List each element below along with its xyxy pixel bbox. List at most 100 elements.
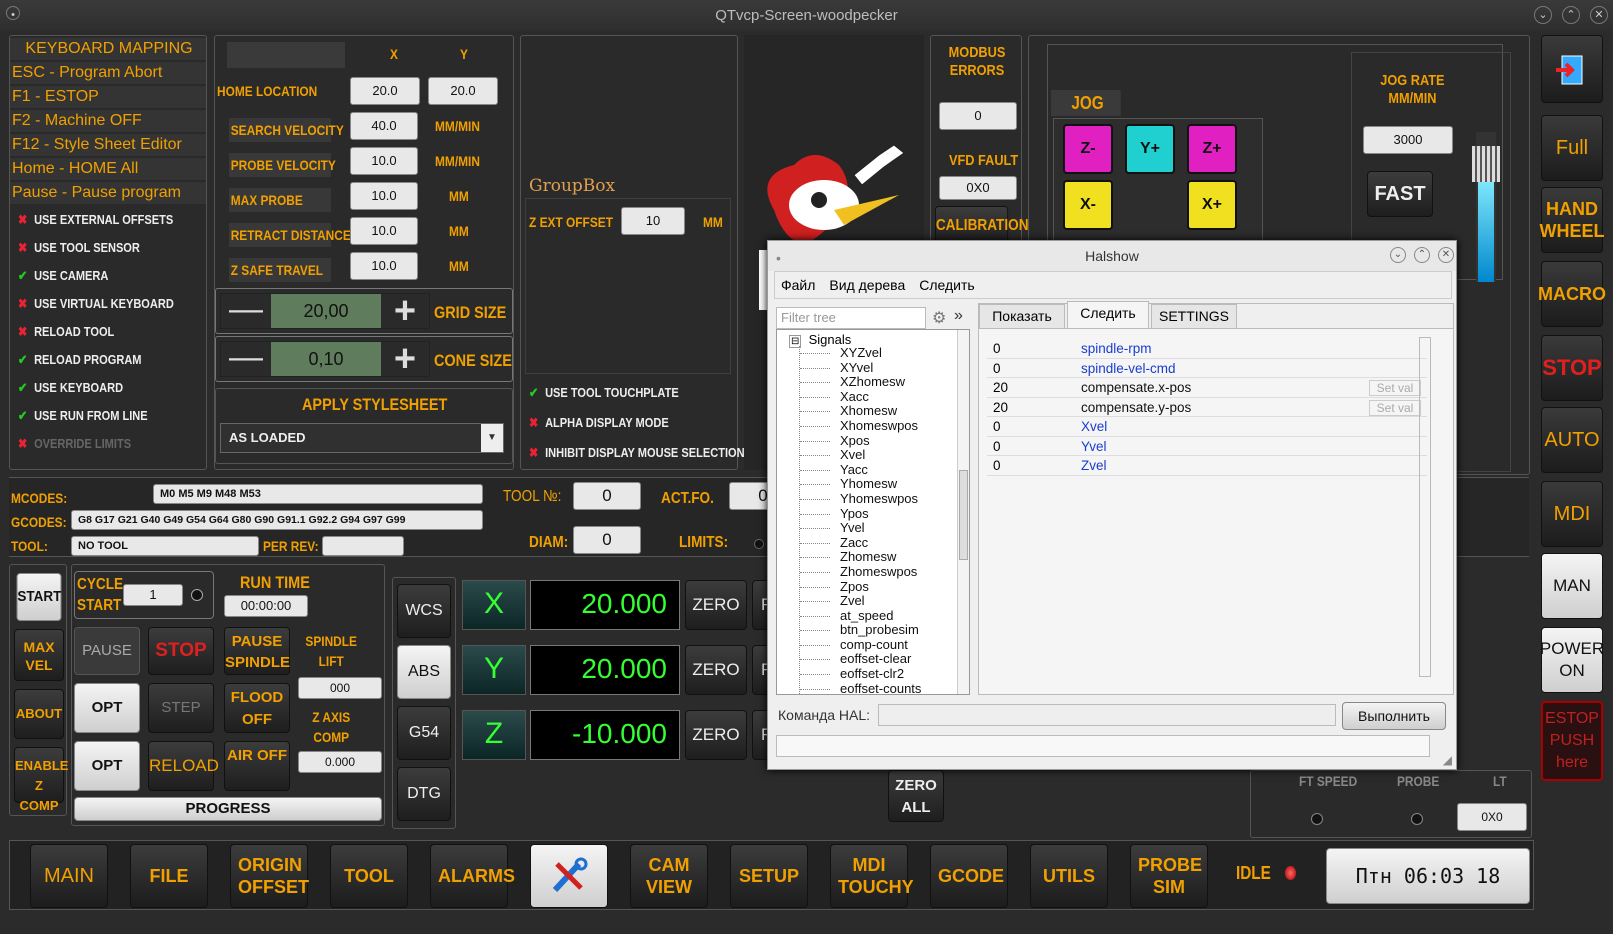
option-checkbox[interactable]: ✖ USE EXTERNAL OFFSETS [18,206,178,234]
tree-item[interactable]: comp-count [800,637,921,653]
setting-value[interactable]: 10.0 [350,182,418,210]
mode-button-estop[interactable]: ESTOP PUSH here [1541,701,1603,781]
fast-button[interactable]: FAST [1367,171,1433,217]
mode-button-macro[interactable]: MACRO [1538,261,1606,327]
stylesheet-select[interactable]: AS LOADED ▼ [220,423,504,453]
tree-item[interactable]: Zacc [800,535,921,551]
jog-yplus-button[interactable]: Y+ [1125,124,1175,174]
coord-mode-abs[interactable]: ABS [397,645,451,699]
mode-button-stop[interactable]: STOP [1541,335,1603,401]
setting-value[interactable]: 10.0 [350,217,418,245]
cone-minus-button[interactable]: — [221,340,271,376]
halshow-tab[interactable]: Показать [979,304,1065,328]
jog-zplus-button[interactable]: Z+ [1187,124,1237,174]
axis-y-button[interactable]: Y [462,645,526,695]
maximize-icon[interactable]: ⌃ [1562,6,1580,24]
stop-button[interactable]: STOP [148,627,214,675]
start-button[interactable]: START [16,573,62,621]
enable-zcomp-button[interactable]: ENABLE Z COMP [14,747,68,813]
mode-button-hand[interactable]: HAND WHEEL [1540,187,1605,253]
tree-item[interactable]: Xvel [800,447,921,463]
groupbox-checkbox[interactable]: ✖ ALPHA DISPLAY MODE [529,408,745,438]
tree-item[interactable]: Ypos [800,506,921,522]
option-checkbox[interactable]: ✔ RELOAD PROGRAM [18,346,178,374]
z-ext-offset-field[interactable]: 10 [621,207,685,235]
tree-item[interactable]: Xpos [800,433,921,449]
axis-z-button[interactable]: Z [462,710,526,760]
watch-signal-name[interactable]: spindle-vel-cmd [1081,359,1176,379]
filter-tree-input[interactable]: Filter tree [776,307,926,329]
zero-y-button[interactable]: ZERO [685,645,747,695]
jog-rate-slider[interactable] [1472,132,1500,282]
zero-z-button[interactable]: ZERO [685,710,747,760]
jog-xminus-button[interactable]: X- [1063,180,1113,230]
nav-main-button[interactable]: MAIN [30,844,108,908]
option-checkbox[interactable]: ✖ OVERRIDE LIMITS [18,430,178,458]
option-checkbox[interactable]: ✖ USE TOOL SENSOR [18,234,178,262]
tools-tab-button[interactable] [530,844,608,908]
axis-x-button[interactable]: X [462,580,526,630]
pause-button[interactable]: PAUSE [74,627,140,675]
minimize-icon[interactable]: ⌄ [1534,6,1552,24]
setting-value[interactable]: 40.0 [350,112,418,140]
option-checkbox[interactable]: ✖ USE VIRTUAL KEYBOARD [18,290,178,318]
grid-plus-button[interactable]: + [381,292,429,330]
resize-grip-icon[interactable]: ◢ [1443,753,1452,767]
opt-blk-button[interactable]: OPT BLK [74,683,140,764]
coord-mode-g54[interactable]: G54 [397,706,451,760]
reload-button[interactable]: RELOAD [148,741,219,791]
mode-button-mdi[interactable]: MDI [1541,481,1603,547]
close-icon[interactable]: ✕ [1590,6,1608,24]
mode-button-full[interactable]: Full [1541,115,1603,181]
exit-button[interactable] [1541,35,1603,103]
window-menu-dot[interactable]: • [6,6,20,21]
grid-size-spinbox[interactable]: — 20,00 + [220,292,430,330]
tree-item[interactable]: Zvel [800,593,921,609]
cone-size-spinbox[interactable]: — 0,10 + [220,340,430,378]
grid-minus-button[interactable]: — [221,292,271,328]
option-checkbox[interactable]: ✔ USE KEYBOARD [18,374,178,402]
opt-stp-button[interactable]: OPT STP [74,741,140,822]
about-button[interactable]: ABOUT [14,689,64,739]
nav-mdi-touchy-button[interactable]: MDI TOUCHY [830,844,914,908]
option-checkbox[interactable]: ✖ RELOAD TOOL [18,318,178,346]
hal-command-input[interactable] [878,704,1336,726]
tree-item[interactable]: Yvel [800,520,921,536]
setting-value[interactable]: 10.0 [350,147,418,175]
mode-button-man[interactable]: MAN [1541,553,1603,619]
max-vel-button[interactable]: MAX VEL [14,629,64,681]
cycle-count-field[interactable]: 1 [123,584,183,606]
nav-gcode-button[interactable]: GCODE [930,844,1008,908]
nav-cam-view-button[interactable]: CAM VIEW [630,844,708,908]
tree-item[interactable]: Yacc [800,462,921,478]
minimize-icon[interactable]: ⌄ [1390,247,1406,263]
tree-item[interactable]: Xacc [800,389,921,405]
halshow-menu-item[interactable]: Файл [781,277,815,293]
tree-item[interactable]: XYvel [800,360,921,376]
tree-item[interactable]: Xhomeswpos [800,418,921,434]
halshow-menu-item[interactable]: Вид дерева [829,277,905,293]
gear-icon[interactable]: ⚙ [932,308,946,328]
execute-button[interactable]: Выполнить [1342,702,1446,730]
spindle-lift-value[interactable]: 000 [298,677,382,699]
nav-setup-button[interactable]: SETUP [730,844,808,908]
option-checkbox[interactable]: ✔ USE CAMERA [18,262,178,290]
groupbox-checkbox[interactable]: ✖ INHIBIT DISPLAY MOUSE SELECTION [529,438,745,468]
coord-mode-wcs[interactable]: WCS [397,584,451,638]
tree-item[interactable]: Zhomesw [800,550,921,565]
nav-file-button[interactable]: FILE [130,844,208,908]
tree-item[interactable]: eoffset-counts [800,681,921,694]
halshow-tab[interactable]: Следить [1067,301,1149,328]
tree-scrollbar[interactable] [957,330,969,694]
tree-item[interactable]: XYZvel [800,345,921,361]
flood-off-button[interactable]: FLOOD OFF [224,683,290,733]
nav-probe-sim-button[interactable]: PROBE SIM [1130,844,1208,908]
jog-rate-value[interactable]: 3000 [1363,126,1453,154]
chevron-down-icon[interactable]: ▼ [481,424,503,452]
jog-rate-handle[interactable] [1472,146,1500,182]
home-y-field[interactable]: 20.0 [428,77,498,105]
groupbox-checkbox[interactable]: ✔ USE TOOL TOUCHPLATE [529,378,745,408]
z-axis-comp-value[interactable]: 0.000 [298,751,382,773]
zero-x-button[interactable]: ZERO [685,580,747,630]
chevron-double-right-icon[interactable]: » [954,307,963,325]
